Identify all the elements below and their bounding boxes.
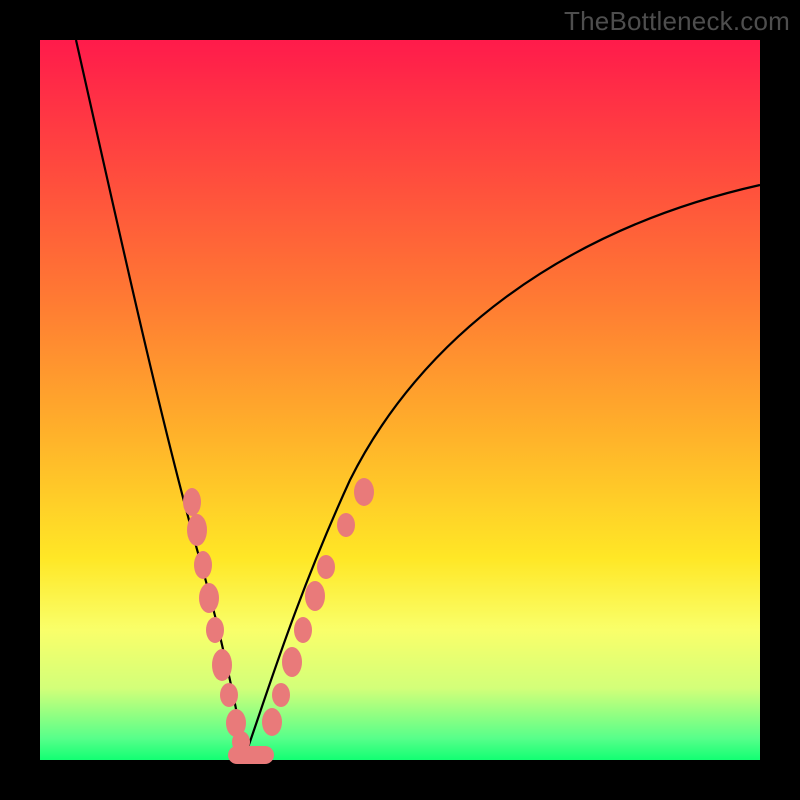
bead-left: [232, 731, 250, 753]
bead-left: [183, 488, 201, 516]
bead-right: [317, 555, 335, 579]
plot-area: [40, 40, 760, 760]
bead-right: [337, 513, 355, 537]
bead-right: [305, 581, 325, 611]
bead-right: [354, 478, 374, 506]
bottleneck-curve: [40, 40, 760, 760]
outer-frame: TheBottleneck.com: [0, 0, 800, 800]
bead-right: [272, 683, 290, 707]
bead-left: [212, 649, 232, 681]
bead-right: [294, 617, 312, 643]
curve-left-branch: [76, 40, 245, 756]
watermark-text: TheBottleneck.com: [564, 6, 790, 37]
bead-left: [206, 617, 224, 643]
bead-right: [282, 647, 302, 677]
bead-left: [194, 551, 212, 579]
bead-left: [187, 514, 207, 546]
bead-left: [220, 683, 238, 707]
bead-left: [199, 583, 219, 613]
bead-right: [262, 708, 282, 736]
curve-right-branch: [245, 185, 760, 756]
